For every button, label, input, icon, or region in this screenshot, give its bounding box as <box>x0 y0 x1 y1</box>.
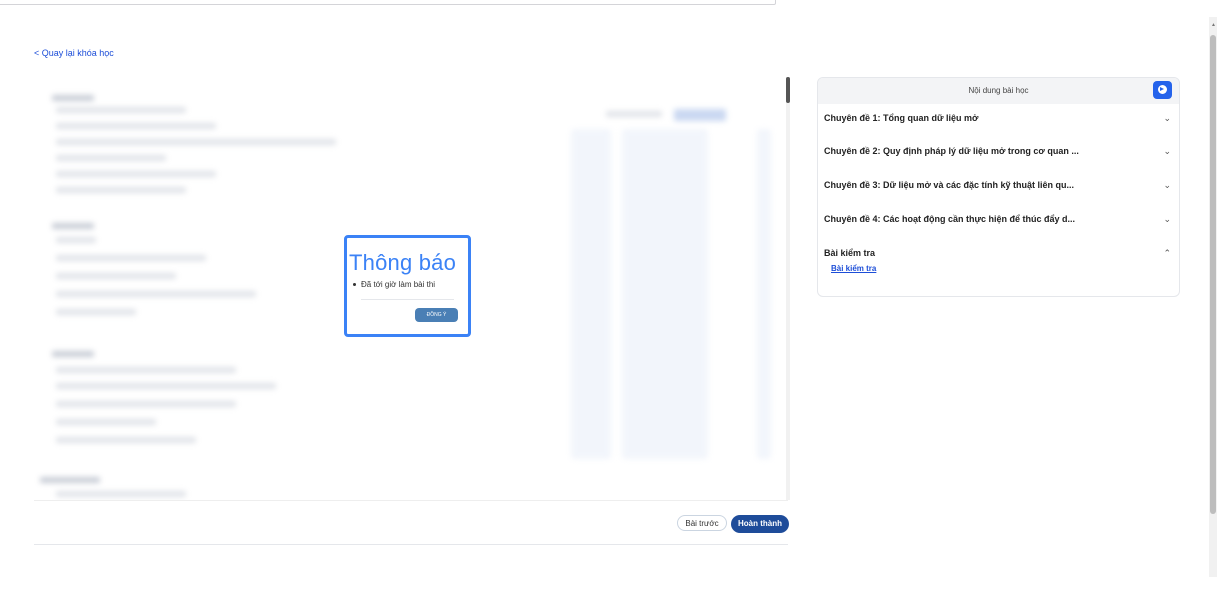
chapter-label: Chuyên đề 1: Tổng quan dữ liệu mở <box>824 113 979 123</box>
notification-dialog: Thông báo Đã tới giờ làm bài thi ĐỒNG Ý <box>344 235 471 337</box>
dialog-title: Thông báo <box>349 250 456 275</box>
chevron-down-icon[interactable]: ⌄ <box>1163 180 1171 191</box>
chapter-label: Chuyên đề 2: Quy định pháp lý dữ liệu mở… <box>824 146 1079 156</box>
footer-divider <box>34 544 788 545</box>
lesson-scrollbar[interactable] <box>786 77 790 500</box>
chapter-3-row[interactable]: Chuyên đề 3: Dữ liệu mở và các đặc tính … <box>824 180 1171 194</box>
page-scrollbar-thumb[interactable] <box>1210 35 1216 514</box>
dialog-message: Đã tới giờ làm bài thi <box>353 280 435 289</box>
panel-header: Nội dung bài học <box>818 78 1179 104</box>
content-divider <box>34 500 788 501</box>
panel-title: Nội dung bài học <box>968 86 1029 95</box>
chapter-label: Chuyên đề 4: Các hoạt động cần thực hiện… <box>824 214 1076 224</box>
agree-button[interactable]: ĐỒNG Ý <box>415 308 458 322</box>
chapter-1-row[interactable]: Chuyên đề 1: Tổng quan dữ liệu mở ⌄ <box>824 113 1171 127</box>
previous-lesson-button[interactable]: Bài trước <box>677 515 727 531</box>
quiz-section-row[interactable]: Bài kiểm tra ⌃ <box>824 248 1171 262</box>
chevron-down-icon[interactable]: ⌄ <box>1163 214 1171 225</box>
chapter-label: Bài kiểm tra <box>824 248 876 258</box>
scroll-up-icon[interactable]: ▲ <box>1211 22 1216 28</box>
lesson-content-panel: Nội dung bài học Chuyên đề 1: Tổng quan … <box>817 77 1180 297</box>
chevron-down-icon[interactable]: ⌄ <box>1163 146 1171 157</box>
search-bar[interactable] <box>0 0 776 5</box>
chapter-2-row[interactable]: Chuyên đề 2: Quy định pháp lý dữ liệu mở… <box>824 146 1171 160</box>
complete-button[interactable]: Hoàn thành <box>731 515 789 533</box>
chapter-label: Chuyên đề 3: Dữ liệu mở và các đặc tính … <box>824 180 1074 190</box>
bullet-icon <box>353 283 356 287</box>
lesson-scrollbar-thumb[interactable] <box>786 77 790 103</box>
dialog-divider <box>361 299 454 300</box>
chevron-up-icon[interactable]: ⌃ <box>1163 248 1171 259</box>
dialog-message-text: Đã tới giờ làm bài thi <box>361 280 436 289</box>
chevron-down-icon[interactable]: ⌄ <box>1163 113 1171 124</box>
quiz-link[interactable]: Bài kiểm tra <box>831 264 876 273</box>
chapter-4-row[interactable]: Chuyên đề 4: Các hoạt động cần thực hiện… <box>824 214 1171 228</box>
play-icon[interactable] <box>1153 81 1172 99</box>
back-to-course-link[interactable]: < Quay lại khóa học <box>34 48 114 58</box>
